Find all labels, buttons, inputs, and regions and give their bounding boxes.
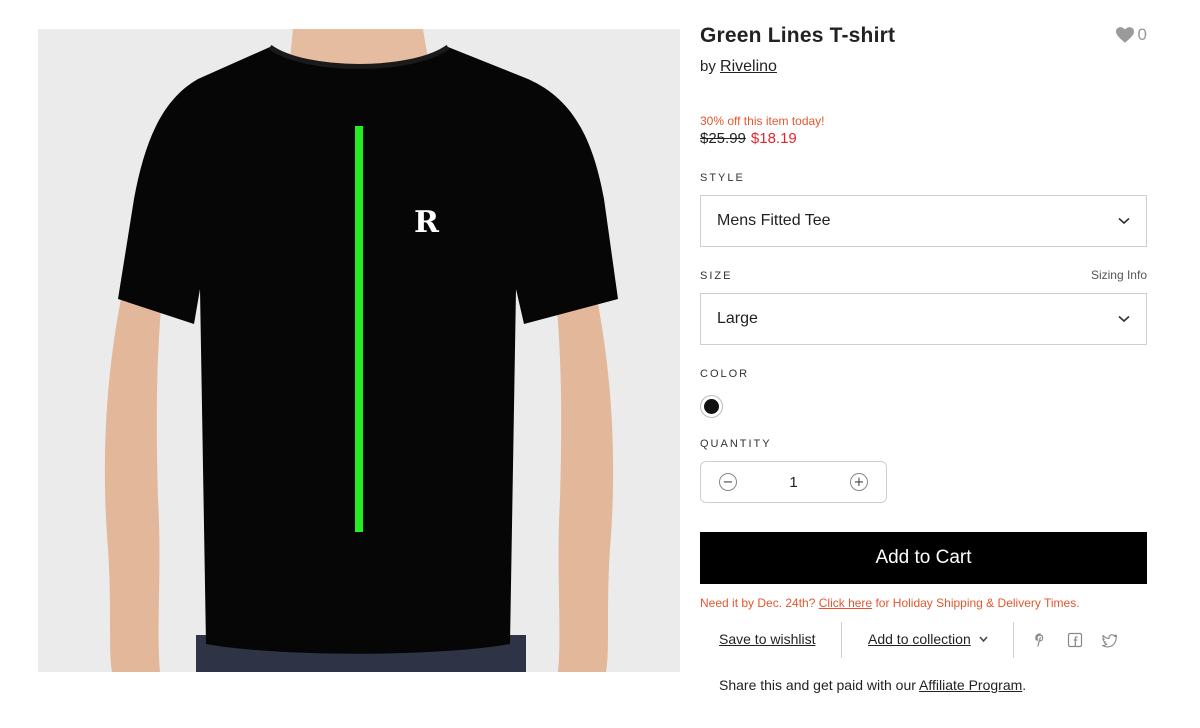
quantity-label: QUANTITY (700, 438, 772, 450)
size-label: SIZE (700, 270, 733, 282)
shirt-logo: R (414, 205, 440, 240)
style-label: STYLE (700, 172, 745, 184)
swatch-fill (704, 399, 719, 414)
holiday-suffix: for Holiday Shipping & Delivery Times. (875, 596, 1080, 610)
plus-icon[interactable]: + (850, 473, 868, 491)
holiday-prefix: Need it by Dec. 24th? (700, 596, 816, 610)
byline-prefix: by (700, 58, 716, 75)
chevron-down-icon (979, 636, 988, 642)
add-to-collection-label: Add to collection (868, 631, 971, 647)
color-label: COLOR (700, 368, 750, 380)
divider (841, 622, 842, 658)
affiliate-prefix: Share this and get paid with our (719, 677, 916, 693)
holiday-notice: Need it by Dec. 24th? Click here for Hol… (700, 596, 1080, 610)
affiliate-program-link[interactable]: Affiliate Program (919, 677, 1022, 693)
save-to-wishlist-link[interactable]: Save to wishlist (719, 631, 815, 647)
style-value: Mens Fitted Tee (717, 212, 831, 229)
byline: by Rivelino (700, 58, 777, 76)
pinterest-icon[interactable] (1032, 632, 1048, 648)
style-select[interactable]: Mens Fitted Tee (700, 195, 1147, 247)
twitter-icon[interactable] (1102, 632, 1118, 648)
promo-text: 30% off this item today! (700, 114, 825, 128)
chevron-down-icon (1118, 217, 1130, 225)
minus-icon[interactable]: − (719, 473, 737, 491)
product-title: Green Lines T-shirt (700, 24, 896, 47)
product-details-panel: Green Lines T-shirt 0 by Rivelino 30% of… (700, 0, 1147, 728)
price-block: $25.99 $18.19 (700, 130, 797, 147)
add-to-collection-dropdown[interactable]: Add to collection (868, 631, 988, 647)
chevron-down-icon (1118, 315, 1130, 323)
like-button[interactable]: 0 (1115, 25, 1147, 45)
size-value: Large (717, 310, 758, 327)
original-price: $25.99 (700, 130, 746, 147)
heart-icon (1115, 27, 1134, 43)
affiliate-notice: Share this and get paid with our Affilia… (719, 677, 1026, 693)
like-count: 0 (1137, 25, 1147, 44)
green-stripe (355, 126, 363, 532)
action-bar: Save to wishlist Add to collection (700, 622, 1147, 658)
sale-price: $18.19 (750, 130, 797, 147)
artist-link[interactable]: Rivelino (720, 58, 777, 75)
facebook-icon[interactable] (1067, 632, 1083, 648)
product-image: R (38, 29, 680, 672)
sizing-info-link[interactable]: Sizing Info (1091, 268, 1147, 282)
divider (1013, 622, 1014, 658)
add-to-cart-button[interactable]: Add to Cart (700, 532, 1147, 584)
quantity-value[interactable]: 1 (789, 474, 797, 491)
holiday-link[interactable]: Click here (819, 596, 872, 610)
size-select[interactable]: Large (700, 293, 1147, 345)
affiliate-suffix: . (1022, 677, 1027, 693)
color-swatch-black[interactable] (700, 395, 723, 418)
quantity-stepper: − 1 + (700, 461, 887, 503)
